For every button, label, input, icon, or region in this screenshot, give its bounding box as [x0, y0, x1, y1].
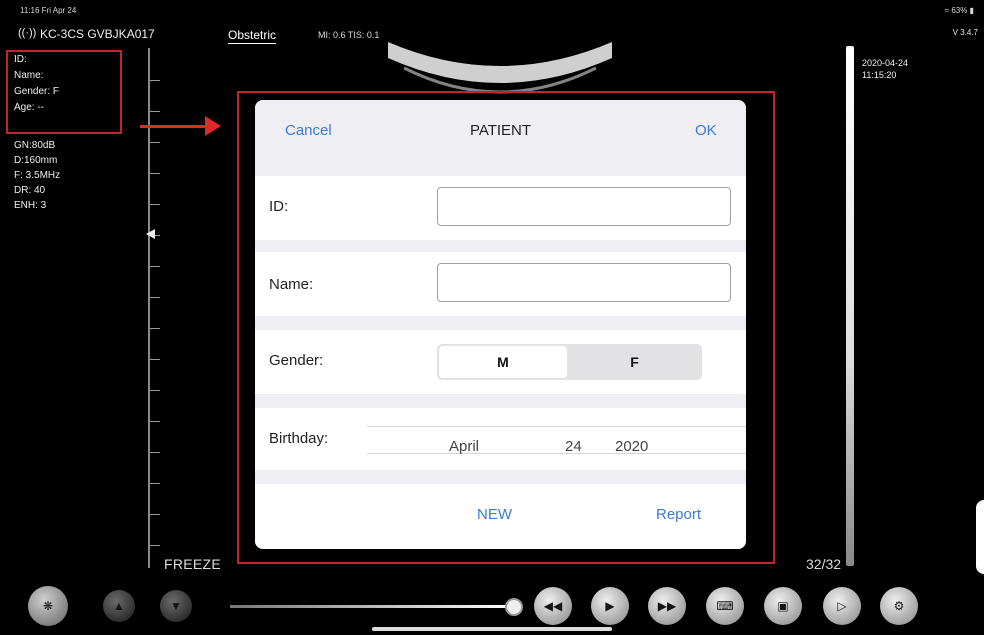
home-indicator[interactable]: [372, 627, 612, 631]
keyboard-button[interactable]: ⌨: [706, 587, 744, 625]
wifi-icon: ≈: [944, 6, 950, 15]
freeze-label: FREEZE: [164, 556, 222, 572]
info-gender: Gender: F: [14, 86, 60, 97]
param-gain: GN:80dB: [14, 140, 56, 151]
scan-datetime: 2020-04-24 11:15:20: [862, 57, 908, 81]
id-row: ID:: [255, 176, 746, 240]
param-frequency: F: 3.5MHz: [14, 170, 61, 181]
battery-icon: ▮: [969, 6, 974, 15]
probe-select-icon: ❋: [42, 599, 54, 613]
gender-option-f[interactable]: F: [569, 346, 700, 378]
fast-forward-button[interactable]: ▶▶: [648, 587, 686, 625]
ruler-tick: [150, 204, 160, 205]
dialog-title: PATIENT: [469, 122, 532, 139]
ruler-tick: [150, 390, 160, 391]
name-field[interactable]: [437, 263, 731, 302]
keyboard-icon: ⌨: [716, 599, 734, 613]
annotation-arrow-icon: [205, 116, 221, 136]
focus-marker-icon[interactable]: [146, 229, 155, 239]
birthday-label: Birthday:: [269, 430, 329, 447]
name-row: Name:: [255, 252, 746, 316]
rewind-icon: ◀◀: [543, 599, 563, 613]
ruler-tick: [150, 80, 160, 81]
scan-date: 2020-04-24: [862, 58, 909, 68]
ruler-tick: [150, 173, 160, 174]
id-label: ID:: [269, 198, 289, 215]
ruler-tick: [150, 111, 160, 112]
video-icon: ▷: [837, 599, 847, 613]
patient-dialog: Cancel PATIENT OK ID: Name: Gender: M F …: [255, 100, 746, 549]
ruler-tick: [150, 483, 160, 484]
ruler-tick: [150, 545, 160, 546]
ok-button[interactable]: OK: [695, 122, 717, 139]
ruler-tick: [150, 328, 160, 329]
dialog-footer: NEW Report: [255, 484, 746, 549]
save-icon: ▣: [777, 599, 789, 613]
status-time: 11:16 Fri Apr 24: [20, 6, 77, 15]
ruler-tick: [150, 359, 160, 360]
wireless-signal-icon: ((·)): [18, 27, 37, 39]
fast-forward-icon: ▶▶: [657, 599, 677, 613]
settings-button[interactable]: ⚙: [880, 587, 918, 625]
battery-percent: 63%: [951, 6, 968, 15]
mi-tis-readout: MI: 0.6 TIS: 0.1: [318, 30, 380, 40]
arrow-down-icon: ▼: [170, 599, 182, 613]
info-id: ID:: [14, 54, 27, 65]
birthday-year-picker[interactable]: 2020: [615, 438, 648, 455]
video-button[interactable]: ▷: [823, 587, 861, 625]
status-battery: ≈ 63% ▮: [945, 6, 974, 15]
info-age: Age: --: [14, 102, 45, 113]
grayscale-bar: [846, 46, 854, 566]
ruler-tick: [150, 452, 160, 453]
probe-select-button[interactable]: ❋: [28, 586, 68, 626]
exam-mode[interactable]: Obstetric: [228, 28, 277, 44]
gender-option-m[interactable]: M: [439, 346, 567, 378]
arrow-up-icon: ▲: [113, 599, 125, 613]
play-button[interactable]: ▶: [591, 587, 629, 625]
report-button[interactable]: Report: [656, 506, 701, 523]
app-version: V 3.4.7: [952, 28, 978, 37]
gender-segmented-control: M F: [437, 344, 702, 380]
ruler-tick: [150, 266, 160, 267]
cine-slider[interactable]: [230, 605, 514, 608]
imaging-params: GN:80dB D:160mm F: 3.5MHz DR: 40 ENH: 3: [14, 138, 60, 213]
arrow-up-button[interactable]: ▲: [103, 590, 135, 622]
side-panel-handle[interactable]: [976, 500, 984, 574]
ruler-tick: [150, 142, 160, 143]
scan-time: 11:15:20: [862, 70, 897, 80]
id-field[interactable]: [437, 187, 731, 226]
ruler-tick: [150, 514, 160, 515]
play-icon: ▶: [605, 599, 615, 613]
patient-info-panel: ID: Name: Gender: F Age: --: [6, 50, 122, 134]
settings-icon: ⚙: [893, 599, 905, 613]
arrow-down-button[interactable]: ▼: [160, 590, 192, 622]
param-depth: D:160mm: [14, 155, 58, 166]
param-dynamic-range: DR: 40: [14, 185, 46, 196]
frame-counter: 32/32: [806, 556, 842, 572]
new-button[interactable]: NEW: [477, 506, 512, 523]
param-enhancement: ENH: 3: [14, 200, 47, 211]
ruler-tick: [150, 297, 160, 298]
ruler-tick: [150, 421, 160, 422]
gender-label: Gender:: [269, 352, 324, 369]
cine-slider-handle[interactable]: [505, 598, 523, 616]
dialog-header: Cancel PATIENT OK: [255, 100, 746, 162]
save-button[interactable]: ▣: [764, 587, 802, 625]
date-picker-selection-band: [367, 426, 746, 454]
birthday-month-picker[interactable]: April: [449, 438, 479, 455]
birthday-day-picker[interactable]: 24: [565, 438, 582, 455]
rewind-button[interactable]: ◀◀: [534, 587, 572, 625]
info-name: Name:: [14, 70, 44, 81]
probe-name[interactable]: KC-3CS GVBJKA017: [40, 27, 155, 41]
annotation-arrow-shaft: [140, 125, 208, 128]
name-label: Name:: [269, 276, 314, 293]
